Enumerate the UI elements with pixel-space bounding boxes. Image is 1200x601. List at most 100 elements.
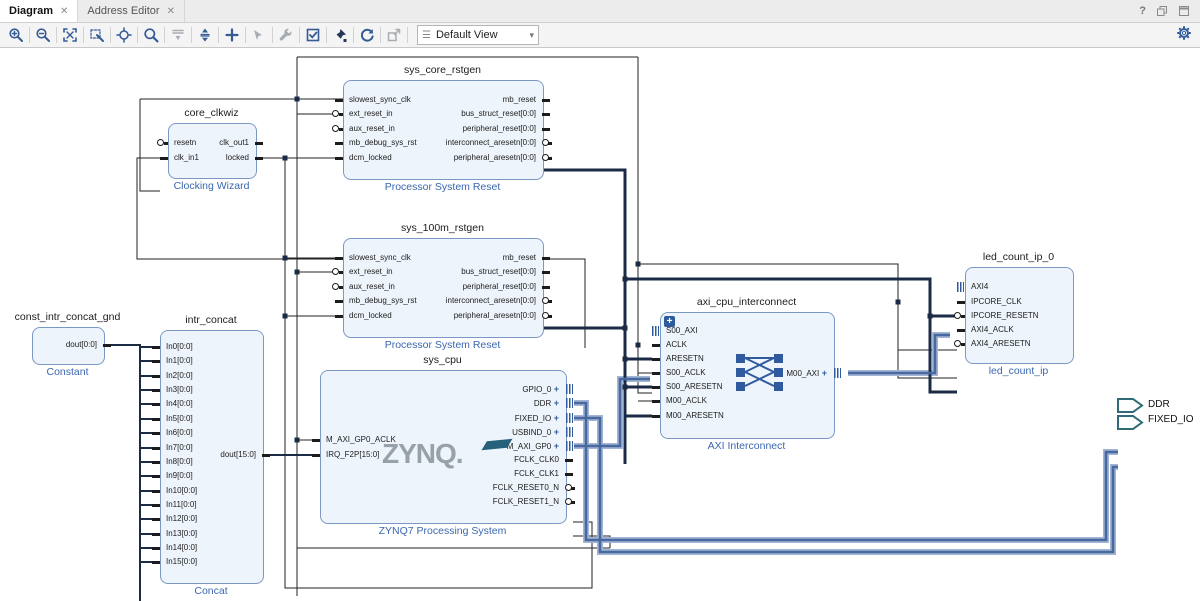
port-axi_cpu_interconnect-M00_ACLK-pin[interactable] xyxy=(652,400,660,403)
port-sys_core_rstgen-mb_reset[interactable]: mb_reset xyxy=(349,95,536,105)
port-intr_concat-In15[0:0][interactable]: In15[0:0] xyxy=(166,557,256,567)
port-led_count_ip_0-AXI4_ARESETN-pin[interactable] xyxy=(961,343,965,346)
port-core_clkwiz-locked[interactable]: locked xyxy=(174,153,249,163)
port-intr_concat-In5[0:0]-pin[interactable] xyxy=(152,418,160,421)
port-intr_concat-In15[0:0]-pin[interactable] xyxy=(152,561,160,564)
port-intr_concat-In5[0:0][interactable]: In5[0:0] xyxy=(166,414,256,424)
toolbar-zoom-out-button[interactable] xyxy=(31,25,55,46)
port-sys_100m_rstgen-ext_reset_in-pin[interactable] xyxy=(339,271,343,274)
port-led_count_ip_0-AXI4_ACLK-pin[interactable] xyxy=(957,329,965,332)
help-icon[interactable]: ? xyxy=(1139,5,1146,17)
port-core_clkwiz-resetn-pin[interactable] xyxy=(164,142,168,145)
port-led_count_ip_0-IPCORE_RESETN[interactable]: IPCORE_RESETN xyxy=(971,311,1066,321)
port-sys_core_rstgen-mb_debug_sys_rst-pin[interactable] xyxy=(335,142,343,145)
toolbar-search-button[interactable] xyxy=(139,25,163,46)
port-intr_concat-In1[0:0][interactable]: In1[0:0] xyxy=(166,356,256,366)
port-intr_concat-In11[0:0]-pin[interactable] xyxy=(152,504,160,507)
toolbar-regenerate-layout-button[interactable] xyxy=(355,25,379,46)
port-sys_100m_rstgen-peripheral_reset[0:0]-pin[interactable] xyxy=(542,286,550,289)
port-intr_concat-In6[0:0]-pin[interactable] xyxy=(152,432,160,435)
toolbar-auto-fit-selection-button[interactable] xyxy=(112,25,136,46)
block-core_clkwiz[interactable] xyxy=(168,123,257,179)
port-sys_100m_rstgen-interconnect_aresetn[0:0][interactable]: interconnect_aresetn[0:0] xyxy=(349,296,536,306)
port-intr_concat-In14[0:0]-pin[interactable] xyxy=(152,547,160,550)
port-intr_concat-In9[0:0]-pin[interactable] xyxy=(152,475,160,478)
port-sys_cpu-GPIO_0[interactable]: GPIO_0 + xyxy=(326,384,559,394)
toolbar-add-ip-button[interactable] xyxy=(220,25,244,46)
port-sys_cpu-FIXED_IO-pin[interactable] xyxy=(566,413,573,423)
toolbar-validate-design-button[interactable] xyxy=(301,25,325,46)
external-port-ddr-label[interactable]: DDR xyxy=(1148,399,1170,410)
port-core_clkwiz-clk_out1-pin[interactable] xyxy=(255,142,263,145)
port-intr_concat-In1[0:0]-pin[interactable] xyxy=(152,360,160,363)
port-axi_cpu_interconnect-M00_ARESETN[interactable]: M00_ARESETN xyxy=(666,411,827,421)
external-port-fixed-io-shape[interactable] xyxy=(1118,416,1142,429)
maximize-window-icon[interactable] xyxy=(1178,5,1190,17)
port-sys_cpu-M_AXI_GP0-pin[interactable] xyxy=(566,441,573,451)
port-axi_cpu_interconnect-M00_AXI-pin[interactable] xyxy=(834,368,841,378)
port-sys_core_rstgen-bus_struct_reset[0:0][interactable]: bus_struct_reset[0:0] xyxy=(349,109,536,119)
port-core_clkwiz-clk_in1-pin[interactable] xyxy=(160,157,168,160)
port-sys_100m_rstgen-bus_struct_reset[0:0]-pin[interactable] xyxy=(542,271,550,274)
port-sys_cpu-GPIO_0-pin[interactable] xyxy=(566,384,573,394)
port-sys_100m_rstgen-mb_reset-pin[interactable] xyxy=(542,257,550,260)
port-led_count_ip_0-AXI4-pin[interactable] xyxy=(957,282,964,292)
toolbar-expand-hierarchy-button[interactable] xyxy=(193,25,217,46)
toolbar-collapse-hierarchy-button[interactable] xyxy=(166,25,190,46)
port-intr_concat-In3[0:0][interactable]: In3[0:0] xyxy=(166,385,256,395)
port-sys_core_rstgen-peripheral_aresetn[0:0][interactable]: peripheral_aresetn[0:0] xyxy=(349,153,536,163)
port-sys_core_rstgen-mb_reset-pin[interactable] xyxy=(542,99,550,102)
tab-diagram-close-icon[interactable]: ✕ xyxy=(60,6,68,17)
port-axi_cpu_interconnect-S00_ARESETN-pin[interactable] xyxy=(652,386,660,389)
expand-interface-icon[interactable]: + xyxy=(819,368,827,378)
port-sys_100m_rstgen-peripheral_reset[0:0][interactable]: peripheral_reset[0:0] xyxy=(349,282,536,292)
toolbar-make-external-button[interactable] xyxy=(382,25,406,46)
port-sys_100m_rstgen-bus_struct_reset[0:0][interactable]: bus_struct_reset[0:0] xyxy=(349,267,536,277)
port-const_intr_concat_gnd-dout[0:0]-pin[interactable] xyxy=(103,344,111,347)
expand-interface-icon[interactable]: + xyxy=(551,398,559,408)
port-intr_concat-In14[0:0][interactable]: In14[0:0] xyxy=(166,543,256,553)
toolbar-zoom-fit-button[interactable] xyxy=(58,25,82,46)
tab-address-editor[interactable]: Address Editor ✕ xyxy=(78,0,185,22)
port-axi_cpu_interconnect-S00_AXI[interactable]: S00_AXI xyxy=(666,326,827,336)
port-sys_cpu-DDR[interactable]: DDR + xyxy=(326,398,559,408)
port-sys_100m_rstgen-slowest_sync_clk-pin[interactable] xyxy=(335,257,343,260)
port-intr_concat-In10[0:0]-pin[interactable] xyxy=(152,490,160,493)
port-sys_100m_rstgen-dcm_locked-pin[interactable] xyxy=(335,315,343,318)
expand-interface-icon[interactable]: + xyxy=(551,427,559,437)
port-sys_core_rstgen-aux_reset_in-pin[interactable] xyxy=(339,128,343,131)
port-led_count_ip_0-AXI4[interactable]: AXI4 xyxy=(971,282,1066,292)
port-sys_cpu-M_AXI_GP0_ACLK-pin[interactable] xyxy=(312,439,320,442)
port-led_count_ip_0-IPCORE_CLK-pin[interactable] xyxy=(957,301,965,304)
port-axi_cpu_interconnect-S00_ACLK-pin[interactable] xyxy=(652,372,660,375)
diagram-canvas[interactable]: core_clkwizClocking Wizardresetnclk_in1c… xyxy=(0,48,1200,601)
expand-interface-icon[interactable]: + xyxy=(551,384,559,394)
toolbar-designer-assistance-button[interactable] xyxy=(247,25,271,46)
port-sys_core_rstgen-peripheral_reset[0:0][interactable]: peripheral_reset[0:0] xyxy=(349,124,536,134)
port-sys_core_rstgen-dcm_locked-pin[interactable] xyxy=(335,157,343,160)
block-axi_cpu_interconnect-expand-icon[interactable]: + xyxy=(664,316,675,327)
port-sys_core_rstgen-ext_reset_in-pin[interactable] xyxy=(339,113,343,116)
port-intr_concat-In10[0:0][interactable]: In10[0:0] xyxy=(166,486,256,496)
port-sys_100m_rstgen-aux_reset_in-pin[interactable] xyxy=(339,286,343,289)
diagram-settings-button[interactable] xyxy=(1176,25,1192,46)
port-sys_cpu-FIXED_IO[interactable]: FIXED_IO + xyxy=(326,413,559,423)
port-intr_concat-In4[0:0]-pin[interactable] xyxy=(152,403,160,406)
port-intr_concat-In13[0:0]-pin[interactable] xyxy=(152,533,160,536)
toolbar-zoom-in-button[interactable] xyxy=(4,25,28,46)
port-intr_concat-In4[0:0][interactable]: In4[0:0] xyxy=(166,399,256,409)
external-port-fixed-io-label[interactable]: FIXED_IO xyxy=(1148,414,1194,425)
port-led_count_ip_0-AXI4_ARESETN[interactable]: AXI4_ARESETN xyxy=(971,339,1066,349)
port-sys_core_rstgen-interconnect_aresetn[0:0][interactable]: interconnect_aresetn[0:0] xyxy=(349,138,536,148)
port-sys_core_rstgen-bus_struct_reset[0:0]-pin[interactable] xyxy=(542,113,550,116)
port-led_count_ip_0-IPCORE_CLK[interactable]: IPCORE_CLK xyxy=(971,297,1066,307)
port-intr_concat-In12[0:0][interactable]: In12[0:0] xyxy=(166,514,256,524)
toolbar-mark-debug-button[interactable] xyxy=(328,25,352,46)
port-axi_cpu_interconnect-ACLK-pin[interactable] xyxy=(652,344,660,347)
toolbar-zoom-to-selection-button[interactable] xyxy=(85,25,109,46)
port-intr_concat-In2[0:0]-pin[interactable] xyxy=(152,375,160,378)
port-sys_cpu-FCLK_CLK1[interactable]: FCLK_CLK1 xyxy=(326,469,559,479)
port-axi_cpu_interconnect-M00_ARESETN-pin[interactable] xyxy=(652,415,660,418)
port-intr_concat-In8[0:0]-pin[interactable] xyxy=(152,461,160,464)
port-sys_100m_rstgen-peripheral_aresetn[0:0][interactable]: peripheral_aresetn[0:0] xyxy=(349,311,536,321)
